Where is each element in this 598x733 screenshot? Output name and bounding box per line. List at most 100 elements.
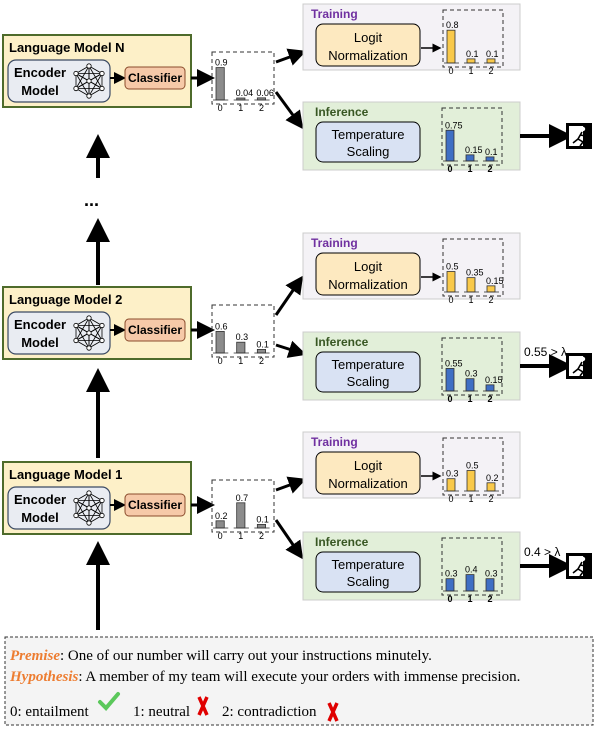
bar — [485, 384, 495, 392]
bar-value-label: 0.06 — [256, 88, 274, 98]
bar — [215, 330, 225, 354]
svg-text:Hypothesis: A member of my tea: Hypothesis: A member of my team will exe… — [9, 669, 520, 685]
tick-label: 1 — [468, 295, 473, 305]
ellipsis: ... — [84, 190, 99, 210]
bar — [445, 368, 455, 392]
training-title: Training — [311, 7, 358, 21]
language-model-box: Language Model 1 Encoder Model Classifier — [2, 461, 192, 535]
inference-panel: Inference Temperature Scaling 0.75 0 0.15 1 0.1… — [302, 101, 521, 174]
bar-value-label: 0.5 — [446, 262, 459, 272]
bar-value-label: 0.8 — [446, 20, 459, 30]
bar — [215, 67, 225, 101]
temperature-label: Scaling — [347, 574, 390, 589]
tick-label: 1 — [467, 394, 472, 404]
tick-label: 0 — [218, 103, 223, 113]
bar — [465, 378, 475, 392]
bar — [466, 58, 476, 64]
inference-title: Inference — [315, 105, 369, 119]
temperature-label: Temperature — [332, 557, 405, 572]
exit-condition: 0.4 > λ — [524, 545, 560, 559]
bar — [236, 341, 246, 354]
bar-value-label: 0.1 — [466, 49, 479, 59]
bar — [256, 348, 267, 354]
tick-label: 2 — [488, 295, 493, 305]
tick-label: 2 — [259, 531, 264, 541]
bar — [446, 29, 456, 64]
tick-label: 1 — [468, 494, 473, 504]
network-node — [99, 497, 105, 504]
logit-label: Logit — [354, 458, 383, 473]
inference-title: Inference — [315, 335, 369, 349]
temperature-label: Temperature — [332, 357, 405, 372]
hypothesis-label: Hypothesis — [9, 669, 78, 685]
bar-value-label: 0.75 — [445, 120, 463, 130]
encoder-label: Model — [21, 335, 59, 350]
training-panel: Training Logit Normalization 0.5 0 0.35 1 0.15 2 — [302, 232, 521, 305]
premise-label: Premise — [10, 648, 60, 664]
tick-label: 2 — [259, 356, 264, 366]
bar-value-label: 0.35 — [466, 268, 484, 278]
arrow-to-training — [274, 275, 304, 316]
hypothesis-text: : A member of my team will execute your … — [78, 669, 520, 685]
bar — [486, 58, 496, 64]
inference-panel: Inference Temperature Scaling 0.55 0 0.3 1 0.15… — [302, 331, 521, 404]
tick-label: 1 — [238, 103, 243, 113]
bar — [465, 574, 475, 592]
tick-label: 2 — [488, 66, 493, 76]
bar-value-label: 0.1 — [486, 49, 499, 59]
bar-value-label: 0.04 — [236, 88, 254, 98]
arrow-to-training — [275, 476, 307, 494]
bar-value-label: 0.2 — [486, 473, 499, 483]
inference-panel: Inference Temperature Scaling 0.3 0 0.4 1 0.3 2 — [302, 531, 521, 604]
bar-value-label: 0.55 — [445, 358, 463, 368]
tick-label: 1 — [238, 356, 243, 366]
bar-value-label: 0.1 — [485, 147, 498, 157]
language-model-title: Language Model 1 — [9, 467, 122, 482]
tick-label: 1 — [238, 531, 243, 541]
bar-value-label: 0.1 — [256, 339, 269, 349]
bar-value-label: 0.15 — [486, 276, 504, 286]
logit-label: Normalization — [328, 48, 407, 63]
network-node — [73, 512, 79, 519]
tick-label: 2 — [487, 164, 492, 174]
network-node — [86, 490, 92, 496]
network-node — [86, 315, 92, 321]
tick-label: 2 — [487, 594, 492, 604]
encoder-label: Model — [21, 83, 59, 98]
class-2-label: 2: contradiction — [222, 704, 317, 720]
bar — [445, 129, 455, 162]
exit-head — [580, 356, 586, 362]
logit-label: Normalization — [328, 476, 407, 491]
bar — [236, 502, 246, 529]
exit-running-man-icon — [566, 353, 592, 379]
example-box: Premise: One of our number will carry ou… — [4, 636, 594, 726]
logit-label: Logit — [354, 259, 383, 274]
classifier-label: Classifier — [128, 71, 182, 85]
bar — [446, 271, 456, 293]
network-node — [99, 70, 105, 77]
arrow-to-inference — [275, 340, 307, 358]
classifier-output-chart: 0.6 0 0.3 1 0.1 2 — [211, 304, 275, 366]
network-node — [86, 345, 92, 351]
bar-value-label: 0.6 — [215, 321, 228, 331]
bar-value-label: 0.4 — [465, 565, 478, 575]
bar-value-label: 0.3 — [485, 569, 498, 579]
svg-text:Premise: One of our number wil: Premise: One of our number will carry ou… — [10, 648, 432, 664]
training-title: Training — [311, 236, 358, 250]
network-node — [73, 497, 79, 504]
exit-head — [580, 556, 586, 562]
classifier-output-chart: 0.2 0 0.7 1 0.1 2 — [211, 479, 275, 541]
tick-label: 1 — [467, 594, 472, 604]
tick-label: 2 — [487, 394, 492, 404]
exit-running-man-icon — [566, 553, 592, 579]
network-node — [86, 520, 92, 526]
network-node — [99, 322, 105, 329]
bar — [485, 156, 495, 162]
training-title: Training — [311, 435, 358, 449]
bar — [445, 578, 455, 592]
network-node — [99, 512, 105, 519]
bar-value-label: 0.15 — [485, 375, 503, 385]
encoder-label: Model — [21, 510, 59, 525]
bar-value-label: 0.7 — [236, 493, 249, 503]
bar — [465, 154, 475, 162]
